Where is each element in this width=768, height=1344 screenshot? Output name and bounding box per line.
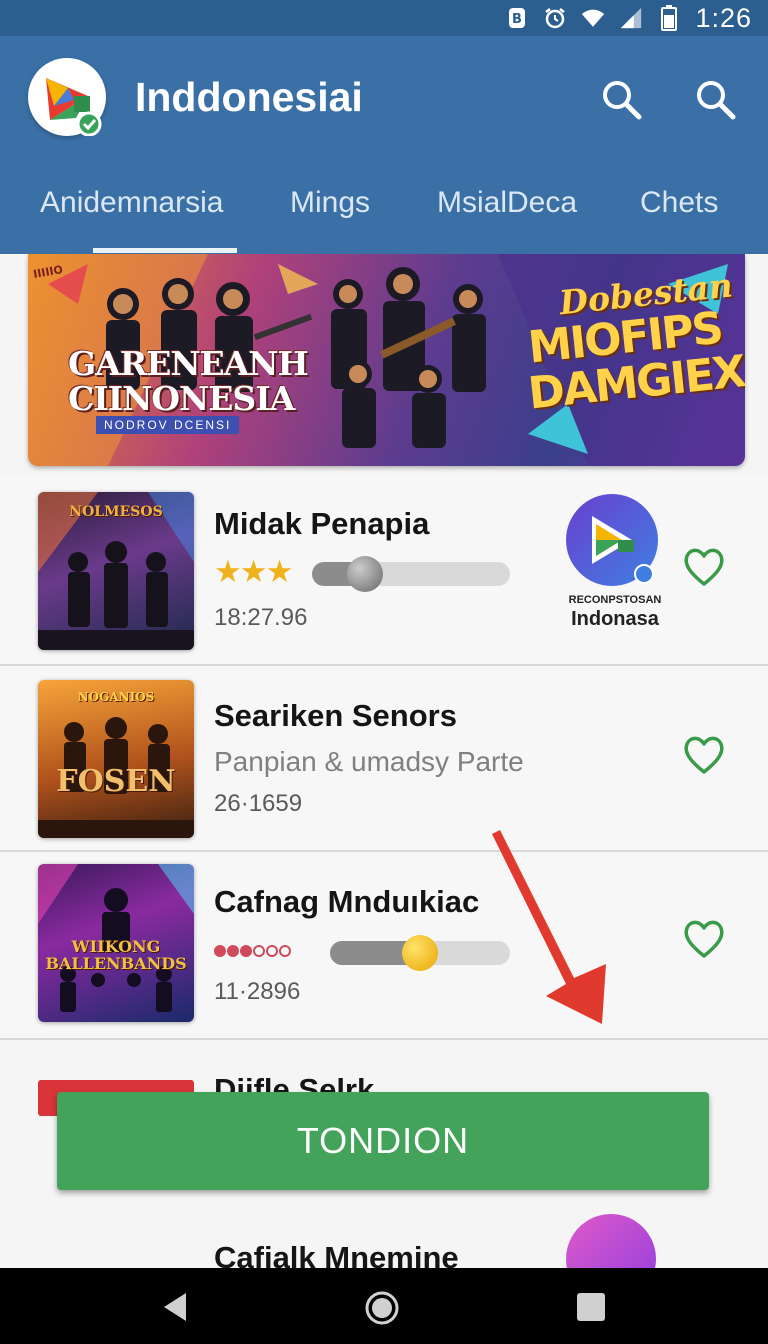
list-item[interactable]: WIIKONG BALLENBANDS Cafnag Mnduıkiac 11·…: [0, 852, 768, 1040]
search-icon: [603, 81, 642, 120]
primary-action-button[interactable]: TONDION: [57, 1092, 709, 1190]
thumbnail-label-top: NOGANIOS: [77, 690, 155, 704]
signal-icon: [619, 6, 643, 30]
publisher-badge[interactable]: [566, 494, 658, 586]
item-title: Seariken Senors: [214, 698, 457, 733]
item-title: Midak Penapia: [214, 506, 430, 541]
rating-dot: [240, 945, 252, 957]
item-subtitle: Panpian & umadsy Parte: [214, 746, 524, 777]
app-logo[interactable]: [28, 58, 106, 137]
progress-knob: [402, 935, 438, 971]
game-thumbnail: NOGANIOS FOSEN: [38, 680, 194, 838]
thumbnail-label: FOSEN: [56, 764, 176, 799]
star-icon: ★: [214, 554, 242, 589]
content-list[interactable]: IIIIIO GARENEANH CIINONESIA NODROV DCENS…: [0, 254, 768, 1268]
recents-icon: [577, 1293, 605, 1321]
favorite-button[interactable]: [681, 916, 727, 962]
home-button[interactable]: [364, 1290, 399, 1325]
app-title: Inddonesiai: [135, 74, 363, 120]
tab-mings[interactable]: Mings: [290, 186, 370, 220]
list-item[interactable]: NOGANIOS FOSEN Seariken Senors Panpian &…: [0, 666, 768, 852]
recents-button[interactable]: [574, 1290, 608, 1324]
badge-caption-small: RECONPSTOSAN: [568, 594, 662, 606]
rating-dot: [227, 945, 239, 957]
home-icon: [365, 1291, 399, 1325]
rating-dots: [214, 944, 292, 962]
badge-caption: Indonasa: [571, 608, 659, 630]
item-title: Cafnag Mnduıkiac: [214, 884, 480, 919]
banner-title-line1: GARENEANH: [68, 344, 309, 383]
alarm-icon: [543, 6, 567, 30]
tab-chets[interactable]: Chets: [640, 186, 718, 220]
battery-icon: [657, 5, 681, 31]
item-meta: 26·1659: [214, 790, 303, 817]
wifi-icon: [581, 6, 605, 30]
app-bar: Inddonesiai: [0, 36, 768, 164]
game-thumbnail: NOLMESOS: [38, 492, 194, 650]
item-meta: 18:27.96: [214, 604, 308, 631]
rating-dot: [214, 945, 226, 957]
banner-headline: Dobestan MIOFIPS DAMGIEX: [526, 265, 745, 419]
banner-title-line2: CIINONESIA: [68, 379, 295, 418]
thumbnail-label: NOLMESOS: [69, 504, 163, 520]
system-nav-bar: [0, 1268, 768, 1344]
tab-msialdeca[interactable]: MsialDeca: [437, 186, 577, 220]
back-button[interactable]: [158, 1290, 192, 1324]
star-icon: ★: [265, 554, 294, 589]
search-button-secondary[interactable]: [694, 78, 738, 122]
notification-icon: B: [505, 6, 529, 30]
tab-bar: Anidemnarsia Mings MsialDeca Chets: [0, 164, 768, 254]
heart-icon: [684, 548, 724, 586]
heart-icon: [684, 736, 724, 774]
item-title-partial: Cafialk Mnemine: [214, 1240, 459, 1268]
list-item[interactable]: NOLMESOS Midak Penapia ★★★ 18:27.96 RECO…: [0, 476, 768, 666]
rating-dot: [253, 945, 265, 957]
publisher-badge-partial: [566, 1214, 656, 1268]
tab-indicator: [93, 248, 237, 253]
thumbnail-label: WIIKONG BALLENBANDS: [45, 937, 187, 973]
promo-banner[interactable]: IIIIIO GARENEANH CIINONESIA NODROV DCENS…: [28, 254, 745, 466]
progress-knob: [347, 556, 384, 592]
status-bar: B 1:26: [0, 0, 768, 36]
progress-bar: [312, 556, 510, 592]
banner-title: GARENEANH CIINONESIA: [68, 344, 309, 418]
banner-subtitle: NODROV DCENSI: [96, 416, 240, 434]
rating-dot: [266, 945, 278, 957]
status-time: 1:26: [695, 2, 752, 33]
rating-dot: [279, 945, 291, 957]
play-store-icon: [592, 516, 654, 584]
item-meta: 11·2896: [214, 978, 301, 1005]
game-thumbnail: WIIKONG BALLENBANDS: [38, 864, 194, 1022]
favorite-button[interactable]: [681, 732, 727, 778]
favorite-button[interactable]: [681, 544, 727, 590]
rating-stars: ★★★: [214, 554, 294, 590]
heart-icon: [684, 920, 724, 958]
back-icon: [164, 1293, 186, 1321]
search-icon: [697, 81, 736, 120]
arrow-annotation-icon: [492, 830, 606, 1024]
search-button[interactable]: [600, 78, 644, 122]
star-icon: ★: [239, 554, 268, 589]
tab-anidemnarsia[interactable]: Anidemnarsia: [40, 186, 223, 220]
svg-text:B: B: [512, 12, 522, 27]
